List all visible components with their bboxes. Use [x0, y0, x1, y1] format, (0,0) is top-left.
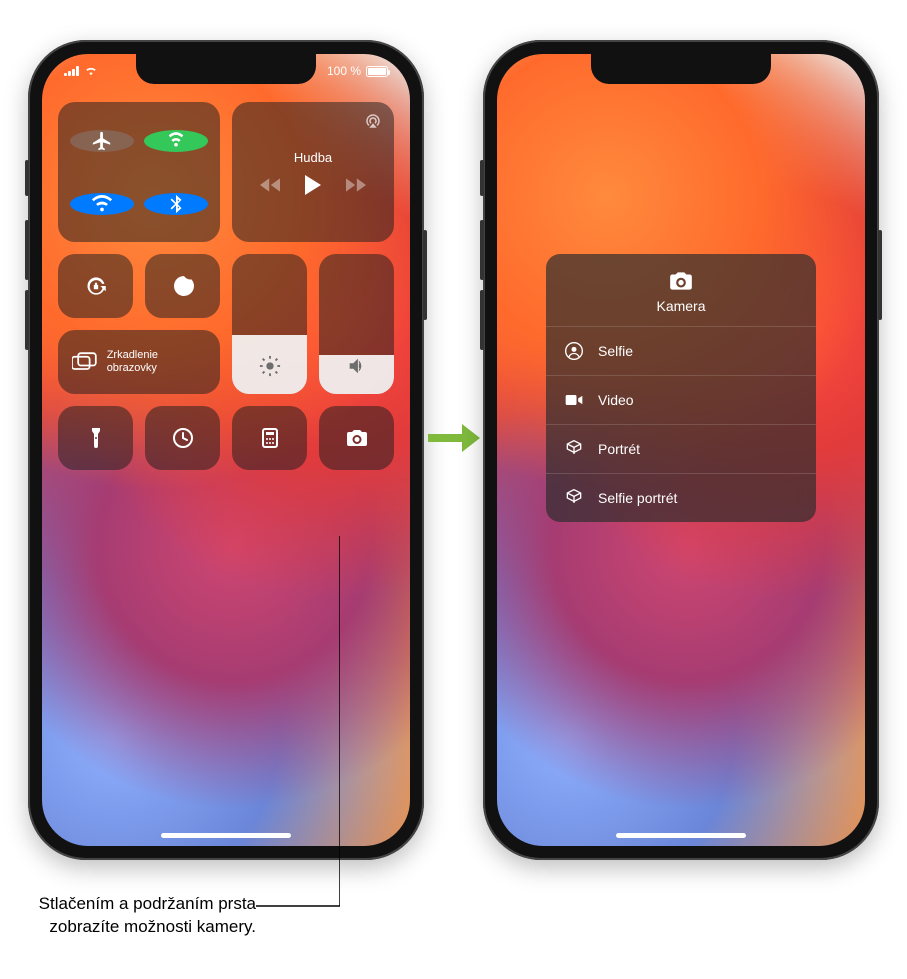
battery-percent: 100 %	[327, 64, 361, 78]
phone-left: 100 %	[28, 40, 424, 860]
screen-mirroring-label: Zrkadlenie obrazovky	[107, 349, 206, 375]
media-controls[interactable]: Hudba	[232, 102, 394, 242]
media-title: Hudba	[294, 150, 332, 165]
do-not-disturb-button[interactable]	[145, 254, 220, 318]
camera-action-selfie[interactable]: Selfie	[546, 326, 816, 375]
play-icon[interactable]	[304, 175, 322, 195]
airplane-mode-button[interactable]	[70, 130, 134, 152]
transition-arrow-icon	[428, 418, 480, 458]
calculator-button[interactable]	[232, 406, 307, 470]
wifi-button[interactable]	[70, 193, 134, 215]
camera-quick-actions-menu: Kamera Selfie Video Portrét Selfie portr…	[546, 254, 816, 522]
notch	[136, 54, 316, 84]
camera-action-portrait[interactable]: Portrét	[546, 424, 816, 473]
video-icon	[564, 390, 584, 410]
orientation-lock-button[interactable]	[58, 254, 133, 318]
screen-mirroring-button[interactable]: Zrkadlenie obrazovky	[58, 330, 220, 394]
wifi-status-icon	[84, 66, 98, 76]
bluetooth-button[interactable]	[144, 193, 208, 215]
brightness-slider[interactable]	[232, 254, 307, 394]
camera-icon	[668, 270, 694, 292]
forward-icon[interactable]	[346, 177, 366, 193]
rewind-icon[interactable]	[260, 177, 280, 193]
portrait-icon	[564, 439, 584, 459]
camera-action-label: Video	[598, 392, 634, 408]
camera-button[interactable]	[319, 406, 394, 470]
camera-menu-title: Kamera	[546, 298, 816, 314]
flashlight-button[interactable]	[58, 406, 133, 470]
callout-text: Stlačením a podržaním prsta zobrazíte mo…	[26, 893, 256, 939]
timer-button[interactable]	[145, 406, 220, 470]
camera-action-video[interactable]: Video	[546, 375, 816, 424]
airplay-icon	[364, 112, 382, 130]
volume-icon	[346, 355, 368, 382]
volume-slider[interactable]	[319, 254, 394, 394]
camera-action-label: Portrét	[598, 441, 640, 457]
cellular-signal-icon	[64, 66, 79, 76]
camera-action-label: Selfie	[598, 343, 633, 359]
home-indicator[interactable]	[161, 833, 291, 838]
control-center: Hudba Zrkadlenie obrazovky	[58, 102, 394, 470]
selfie-portrait-icon	[564, 488, 584, 508]
connectivity-group[interactable]	[58, 102, 220, 242]
selfie-icon	[564, 341, 584, 361]
notch	[591, 54, 771, 84]
camera-menu-header: Kamera	[546, 254, 816, 326]
phone-right: Kamera Selfie Video Portrét Selfie portr…	[483, 40, 879, 860]
screen-left: 100 %	[42, 54, 410, 846]
home-indicator[interactable]	[616, 833, 746, 838]
camera-action-selfie-portrait[interactable]: Selfie portrét	[546, 473, 816, 522]
camera-action-label: Selfie portrét	[598, 490, 677, 506]
screen-right: Kamera Selfie Video Portrét Selfie portr…	[497, 54, 865, 846]
brightness-icon	[259, 355, 281, 382]
cellular-data-button[interactable]	[144, 130, 208, 152]
battery-icon	[366, 66, 388, 77]
